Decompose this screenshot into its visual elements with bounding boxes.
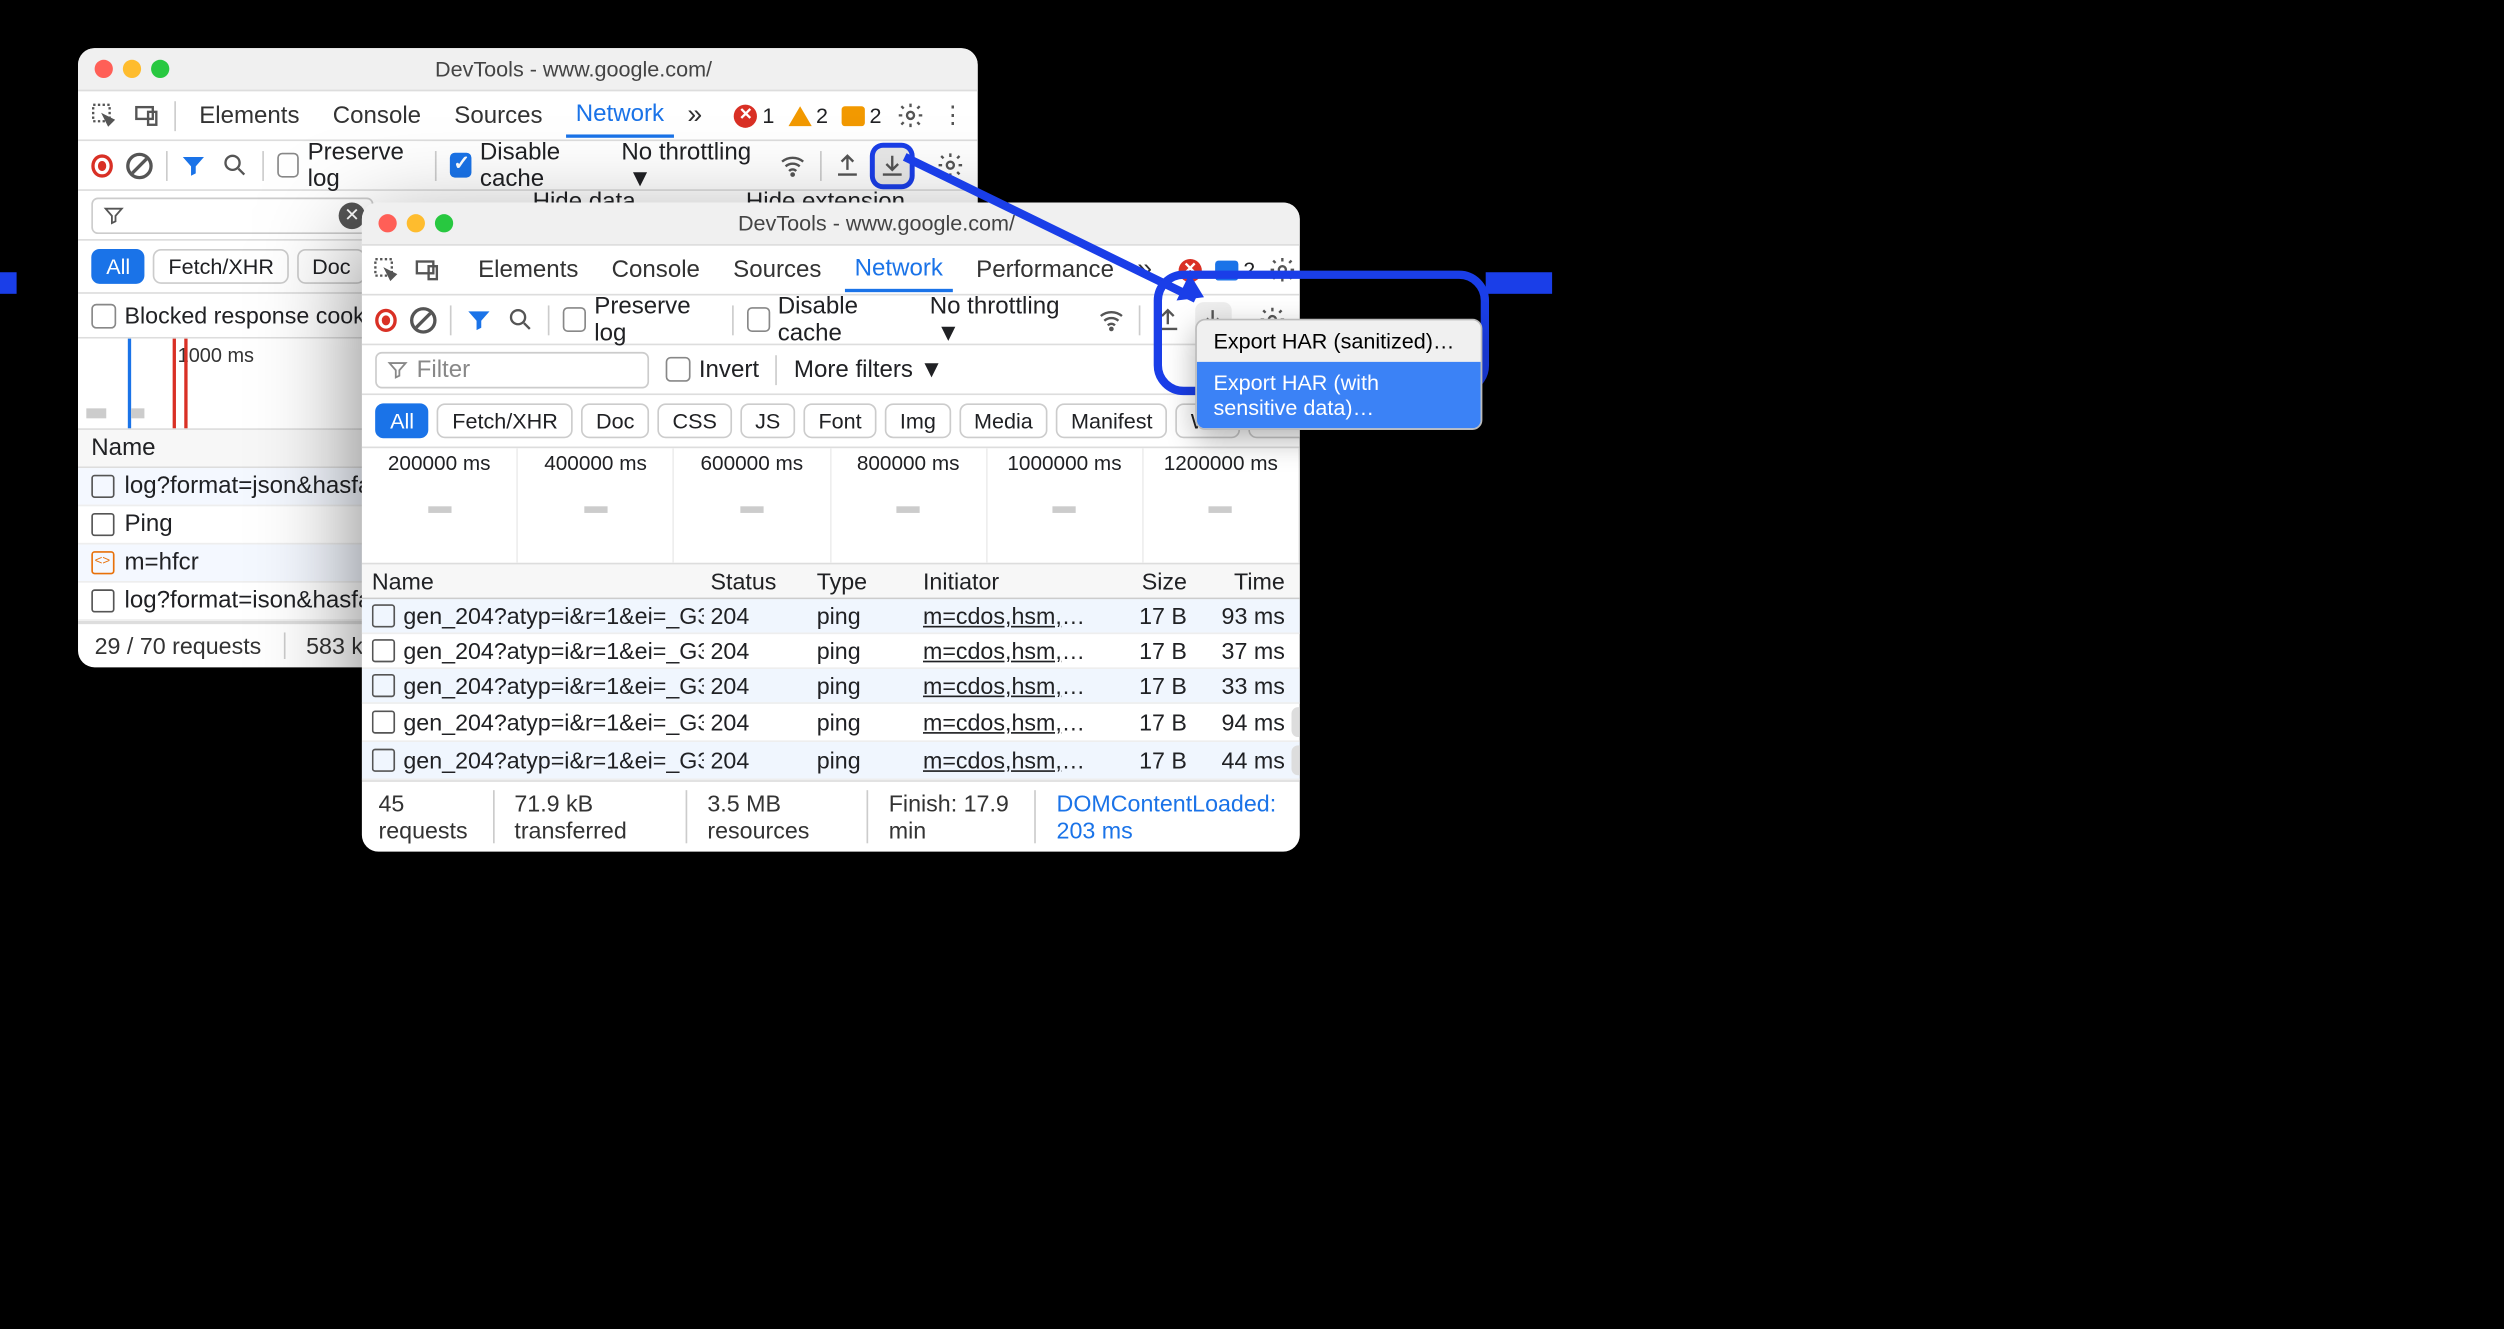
clear-icon[interactable] (410, 306, 437, 333)
device-icon[interactable] (413, 255, 441, 285)
error-icon: ✕ (734, 104, 757, 127)
invert-checkbox[interactable]: Invert (666, 356, 759, 383)
preserve-log-checkbox[interactable]: Preserve log (563, 293, 718, 346)
col-time[interactable]: Time (1194, 568, 1285, 595)
clear-icon[interactable] (125, 152, 152, 179)
chip-all[interactable]: All (91, 249, 145, 284)
timeline-overview[interactable]: 200000 ms 400000 ms 600000 ms 800000 ms … (362, 448, 1300, 564)
minimize-icon[interactable] (123, 60, 141, 78)
close-icon[interactable] (95, 60, 113, 78)
table-row[interactable]: gen_204?atyp=i&r=1&ei=_G31Zo...204pingm=… (362, 599, 1300, 634)
message-badge[interactable]: 2 (841, 103, 881, 128)
resource-type-chips: All Fetch/XHR Doc CSS JS Font Img Media … (362, 395, 1300, 448)
export-har-sensitive[interactable]: Export HAR (with sensitive data)… (1197, 362, 1481, 428)
status-bar: 45 requests 71.9 kB transferred 3.5 MB r… (362, 780, 1300, 851)
warning-icon (788, 105, 811, 125)
titlebar: DevTools - www.google.com/ (362, 203, 1300, 246)
chip-doc[interactable]: Doc (581, 403, 649, 438)
col-size[interactable]: Size (1096, 568, 1187, 595)
tab-console[interactable]: Console (602, 250, 710, 290)
chip-js[interactable]: JS (740, 403, 795, 438)
request-count: 45 requests (378, 790, 469, 843)
titlebar: DevTools - www.google.com/ (78, 48, 978, 91)
chip-img[interactable]: Img (885, 403, 951, 438)
chip-manifest[interactable]: Manifest (1056, 403, 1167, 438)
zoom-icon[interactable] (435, 214, 453, 232)
chip-font[interactable]: Font (804, 403, 877, 438)
more-tabs-icon[interactable]: » (687, 100, 702, 130)
disable-cache-checkbox[interactable]: Disable cache (746, 293, 916, 346)
kebab-icon[interactable]: ⋮ (938, 100, 968, 130)
blocked-cookies-checkbox[interactable]: Blocked response cookies (91, 302, 394, 329)
chip-fetch-xhr[interactable]: Fetch/XHR (437, 403, 572, 438)
record-icon[interactable] (91, 154, 112, 177)
filter-icon[interactable] (180, 150, 208, 180)
minimize-icon[interactable] (407, 214, 425, 232)
download-har-button[interactable] (876, 147, 910, 184)
transfer-size: 71.9 kB transferred (493, 790, 663, 843)
chip-fetch-xhr[interactable]: Fetch/XHR (153, 249, 288, 284)
chip-all[interactable]: All (375, 403, 429, 438)
filter-icon[interactable] (465, 305, 493, 335)
search-icon[interactable] (507, 305, 535, 335)
decoration-bar-right (1486, 272, 1552, 294)
throttling-select[interactable]: No throttling ▼ (930, 293, 1084, 346)
preserve-log-checkbox[interactable]: Preserve log (278, 139, 422, 192)
chip-media[interactable]: Media (959, 403, 1048, 438)
finish-time: Finish: 17.9 min (867, 790, 1012, 843)
upload-icon[interactable] (834, 150, 862, 180)
decoration-bar-left (0, 272, 17, 294)
message-icon (841, 105, 864, 125)
table-header: Name Status Type Initiator Size Time (362, 564, 1300, 599)
export-har-menu: Export HAR (sanitized)… Export HAR (with… (1195, 319, 1482, 430)
col-name[interactable]: Name (372, 568, 704, 595)
table-row[interactable]: gen_204?atyp=i&r=1&ei=_G31Zo...204pingm=… (362, 742, 1300, 780)
gear-icon[interactable] (895, 100, 925, 130)
traffic-lights (95, 60, 170, 78)
window-title: DevTools - www.google.com/ (470, 211, 1283, 236)
tab-console[interactable]: Console (323, 95, 431, 135)
tab-sources[interactable]: Sources (444, 95, 552, 135)
window-title: DevTools - www.google.com/ (186, 56, 961, 81)
wifi-icon[interactable] (1097, 305, 1125, 335)
resource-size: 3.5 MB resources (686, 790, 844, 843)
chip-css[interactable]: CSS (658, 403, 732, 438)
error-badge[interactable]: ✕1 (734, 103, 774, 128)
traffic-lights (378, 214, 453, 232)
tab-network[interactable]: Network (566, 94, 674, 137)
close-icon[interactable] (378, 214, 396, 232)
record-icon[interactable] (375, 308, 397, 331)
request-table: Name Status Type Initiator Size Time gen… (362, 564, 1300, 780)
wifi-icon[interactable] (778, 150, 806, 180)
search-icon[interactable] (222, 150, 250, 180)
throttling-select[interactable]: No throttling ▼ (621, 139, 764, 192)
zoom-icon[interactable] (151, 60, 169, 78)
col-initiator[interactable]: Initiator (923, 568, 1089, 595)
request-count: 29 / 70 requests (95, 632, 262, 659)
network-toolbar: Preserve log Disable cache No throttling… (78, 141, 978, 191)
panel-tabs: Elements Console Sources Network » ✕1 2 … (78, 91, 978, 141)
export-har-sanitized[interactable]: Export HAR (sanitized)… (1197, 320, 1481, 362)
tab-sources[interactable]: Sources (723, 250, 831, 290)
inspect-icon[interactable] (372, 255, 400, 285)
device-icon[interactable] (131, 100, 161, 130)
domcontentloaded-time: DOMContentLoaded: 203 ms (1035, 790, 1283, 843)
chip-doc[interactable]: Doc (297, 249, 365, 284)
warning-badge[interactable]: 2 (788, 103, 828, 128)
more-filters-dropdown[interactable]: More filters ▼ (794, 356, 944, 383)
tab-elements[interactable]: Elements (189, 95, 309, 135)
table-row[interactable]: gen_204?atyp=i&r=1&ei=_G31Zo...204pingm=… (362, 704, 1300, 742)
table-row[interactable]: gen_204?atyp=i&r=1&ei=_G31Zo...204pingm=… (362, 669, 1300, 704)
tab-elements[interactable]: Elements (468, 250, 588, 290)
filter-input[interactable]: ✕ (91, 197, 373, 234)
disable-cache-checkbox[interactable]: Disable cache (450, 139, 608, 192)
table-row[interactable]: gen_204?atyp=i&r=1&ei=_G31Zo...204pingm=… (362, 634, 1300, 669)
inspect-icon[interactable] (88, 100, 118, 130)
tab-network[interactable]: Network (845, 248, 953, 291)
filter-input[interactable]: Filter (375, 351, 649, 388)
col-status[interactable]: Status (710, 568, 810, 595)
col-type[interactable]: Type (817, 568, 917, 595)
